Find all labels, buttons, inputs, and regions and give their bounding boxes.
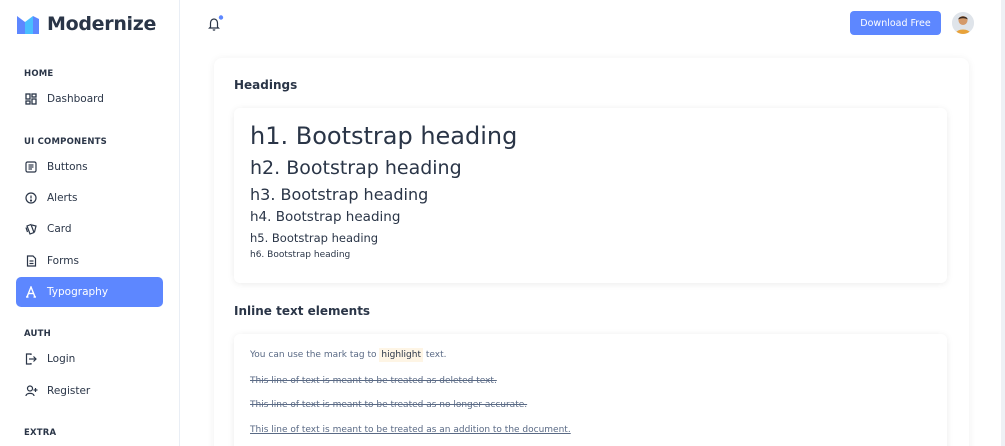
mark-suffix: text. — [422, 350, 447, 360]
inserted-text-line: This line of text is meant to be treated… — [250, 425, 571, 435]
download-free-button[interactable]: Download Free — [850, 11, 941, 35]
sidebar-item-typography[interactable]: Typography — [16, 277, 163, 307]
typography-icon — [24, 285, 38, 299]
alert-circle-icon — [24, 191, 38, 205]
sidebar-item-label: Alerts — [47, 192, 78, 204]
sidebar-item-label: Card — [47, 223, 72, 235]
sidebar-item-card[interactable]: Card — [16, 214, 163, 244]
nav-heading-home: HOME — [24, 69, 54, 79]
user-plus-icon — [24, 384, 38, 398]
login-icon — [24, 352, 38, 366]
sidebar-item-login[interactable]: Login — [16, 344, 163, 374]
heading-h6: h6. Bootstrap heading — [250, 250, 351, 260]
headings-section-title: Headings — [234, 78, 298, 92]
brand-name: Modernize — [47, 13, 157, 35]
sidebar-item-label: Register — [47, 385, 91, 397]
cards-icon — [24, 222, 38, 236]
heading-h2: h2. Bootstrap heading — [250, 157, 462, 179]
inline-section-title: Inline text elements — [234, 304, 371, 318]
user-avatar-icon[interactable] — [952, 12, 974, 34]
sidebar-item-register[interactable]: Register — [16, 376, 163, 406]
mark-text-line: You can use the mark tag to highlight te… — [250, 348, 447, 362]
sidebar-item-alerts[interactable]: Alerts — [16, 183, 163, 213]
sidebar-item-dashboard[interactable]: Dashboard — [16, 84, 163, 114]
scrollbar[interactable] — [1001, 0, 1005, 446]
deleted-text-line: This line of text is meant to be treated… — [250, 376, 497, 386]
brand[interactable]: Modernize — [16, 10, 156, 38]
mark-prefix: You can use the mark tag to — [250, 350, 380, 360]
sidebar-item-label: Buttons — [47, 161, 88, 173]
heading-h1: h1. Bootstrap heading — [250, 122, 518, 150]
highlight-mark: highlight — [379, 348, 423, 362]
sidebar-item-label: Dashboard — [47, 93, 104, 105]
sidebar-item-buttons[interactable]: Buttons — [16, 152, 163, 182]
modernize-logo-icon — [17, 16, 39, 34]
sidebar-item-label: Forms — [47, 255, 79, 267]
heading-h5: h5. Bootstrap heading — [250, 231, 379, 245]
sidebar: Modernize HOME Dashboard UI COMPONENTS B… — [0, 0, 180, 446]
heading-h3: h3. Bootstrap heading — [250, 185, 429, 204]
sidebar-item-forms[interactable]: Forms — [16, 246, 163, 276]
nav-heading-auth: AUTH — [24, 329, 51, 339]
sidebar-item-label: Typography — [47, 286, 109, 298]
nav-heading-extra: EXTRA — [24, 428, 57, 438]
article-icon — [24, 160, 38, 174]
layout-dashboard-icon — [24, 92, 38, 106]
sidebar-item-label: Login — [47, 353, 76, 365]
nav-heading-ui-components: UI COMPONENTS — [24, 137, 107, 147]
heading-h4: h4. Bootstrap heading — [250, 209, 401, 225]
bell-icon[interactable] — [206, 15, 224, 33]
file-description-icon — [24, 254, 38, 268]
strikethrough-text-line: This line of text is meant to be treated… — [250, 400, 528, 410]
